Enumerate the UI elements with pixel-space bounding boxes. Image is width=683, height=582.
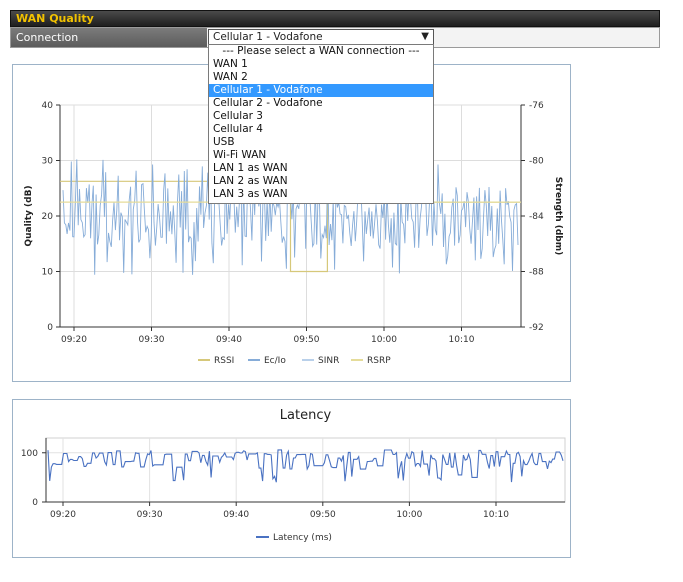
y-tick-label: 0 <box>32 498 38 508</box>
plot-area <box>45 437 566 503</box>
dropdown-option[interactable]: Cellular 4 <box>209 123 433 136</box>
connection-label: Connection <box>11 28 207 47</box>
y-tick-label-left: 0 <box>47 323 53 333</box>
y-tick-label-right: -88 <box>529 268 544 278</box>
series-line-latency <box>47 449 564 483</box>
y-axis-title-left: Quality (dB) <box>24 185 34 246</box>
dropdown-option[interactable]: LAN 1 as WAN <box>209 162 433 175</box>
dropdown-option[interactable]: Cellular 2 - Vodafone <box>209 97 433 110</box>
wan-quality-header: WAN Quality <box>10 10 660 27</box>
dropdown-option[interactable]: LAN 2 as WAN <box>209 175 433 188</box>
dropdown-option[interactable]: LAN 3 as WAN <box>209 188 433 201</box>
legend-label: Latency (ms) <box>273 533 332 543</box>
dropdown-option[interactable]: Cellular 1 - Vodafone <box>209 84 433 97</box>
y-tick-label-right: -84 <box>529 212 544 222</box>
section-title: WAN Quality <box>16 12 94 25</box>
connection-dropdown-list[interactable]: --- Please select a WAN connection --- WA… <box>208 44 434 204</box>
x-tick-label: 09:50 <box>294 335 320 345</box>
connection-select[interactable]: Cellular 1 - Vodafone ▼ <box>208 29 434 45</box>
x-tick-label: 09:40 <box>216 335 242 345</box>
y-tick-label-right: -92 <box>529 323 544 333</box>
x-tick-label: 09:30 <box>139 335 165 345</box>
y-axis-title-right: Strength (dbm) <box>553 177 563 256</box>
y-tick-label-left: 10 <box>42 268 54 278</box>
y-tick-label-left: 30 <box>42 157 54 167</box>
x-tick-label: 09:50 <box>310 510 336 520</box>
y-tick-label-right: -76 <box>529 101 544 111</box>
dropdown-option[interactable]: WAN 2 <box>209 71 433 84</box>
dropdown-option[interactable]: Wi-Fi WAN <box>209 149 433 162</box>
x-tick-label: 09:20 <box>50 510 76 520</box>
x-tick-label: 09:40 <box>223 510 249 520</box>
chevron-down-icon[interactable]: ▼ <box>421 30 429 44</box>
latency-chart: Latency 09:20 09:30 09:40 09:50 10:00 10:10 0 10… <box>21 408 566 543</box>
y-tick-label: 100 <box>21 449 38 459</box>
x-tick-label: 10:10 <box>449 335 475 345</box>
x-tick-label: 09:20 <box>61 335 87 345</box>
x-tick-label: 10:00 <box>371 335 397 345</box>
x-tick-label: 09:30 <box>137 510 163 520</box>
y-tick-label-left: 20 <box>42 212 54 222</box>
latency-chart-panel: Latency 09:20 09:30 09:40 09:50 10:00 10:10 0 10… <box>12 399 571 558</box>
dropdown-option[interactable]: Cellular 3 <box>209 110 433 123</box>
connection-selected-value: Cellular 1 - Vodafone <box>213 31 323 43</box>
legend-label: SINR <box>318 356 339 366</box>
dropdown-option[interactable]: --- Please select a WAN connection --- <box>209 45 433 58</box>
dropdown-option[interactable]: WAN 1 <box>209 58 433 71</box>
x-tick-label: 10:00 <box>396 510 422 520</box>
x-tick-label: 10:10 <box>483 510 509 520</box>
legend-label: Ec/Io <box>264 356 286 366</box>
y-tick-label-left: 40 <box>42 101 54 111</box>
dropdown-option[interactable]: USB <box>209 136 433 149</box>
chart-title: Latency <box>280 408 332 423</box>
y-tick-label-right: -80 <box>529 157 544 167</box>
legend-label: RSRP <box>367 356 391 366</box>
legend-label: RSSI <box>214 356 234 366</box>
